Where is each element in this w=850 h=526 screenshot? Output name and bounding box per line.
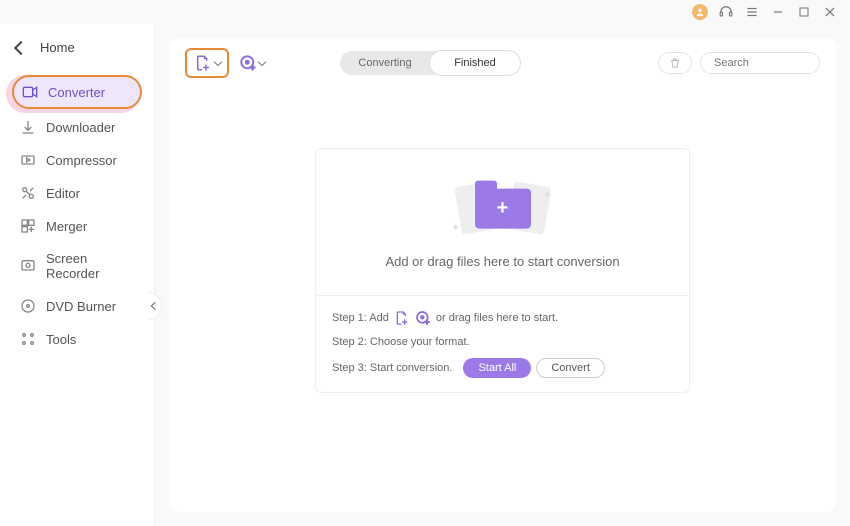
add-disc-button[interactable] [237, 48, 267, 78]
search-box[interactable] [700, 52, 820, 74]
drop-text: Add or drag files here to start conversi… [385, 254, 619, 269]
chevron-down-icon [258, 58, 266, 66]
sidebar-item-downloader[interactable]: Downloader [12, 112, 142, 142]
drop-zone-card: + ✦ ✦ Add or drag files here to start co… [315, 148, 690, 393]
sidebar-item-label: Merger [46, 219, 87, 234]
main-area: Home Converter Downloader Compressor Edi [0, 24, 850, 526]
step-3: Step 3: Start conversion. Start All Conv… [332, 358, 673, 378]
tools-icon [20, 331, 36, 347]
toolbar-right [658, 52, 820, 74]
home-label: Home [40, 40, 75, 55]
disc-icon [20, 298, 36, 314]
support-icon[interactable] [718, 4, 734, 20]
step-1: Step 1: Add or drag files here to start. [332, 310, 673, 326]
delete-button[interactable] [658, 52, 692, 74]
sidebar-item-label: Tools [46, 332, 76, 347]
maximize-icon[interactable] [796, 4, 812, 20]
user-avatar[interactable] [692, 4, 708, 20]
drop-zone[interactable]: + ✦ ✦ Add or drag files here to start co… [316, 149, 689, 295]
close-icon[interactable] [822, 4, 838, 20]
content: Converting Finished [155, 24, 850, 526]
editor-icon [20, 185, 36, 201]
title-bar [0, 0, 850, 24]
folder-illustration: + ✦ ✦ [458, 176, 548, 238]
chevron-left-icon [150, 302, 158, 310]
sidebar-item-compressor[interactable]: Compressor [12, 145, 142, 175]
start-all-button[interactable]: Start All [463, 358, 531, 378]
recorder-icon [20, 258, 36, 274]
convert-button[interactable]: Convert [536, 358, 605, 378]
tab-converting[interactable]: Converting [340, 51, 430, 75]
sidebar-item-tools[interactable]: Tools [12, 324, 142, 354]
sidebar-item-label: Downloader [46, 120, 115, 135]
sidebar-item-label: Editor [46, 186, 80, 201]
download-icon [20, 119, 36, 135]
sidebar-item-merger[interactable]: Merger [12, 211, 142, 241]
steps-panel: Step 1: Add or drag files here to start.… [316, 295, 689, 392]
chevron-left-icon [14, 40, 28, 54]
search-input[interactable] [714, 57, 850, 69]
toolbar: Converting Finished [185, 48, 820, 78]
sidebar: Home Converter Downloader Compressor Edi [0, 24, 155, 526]
menu-icon[interactable] [744, 4, 760, 20]
sidebar-item-label: DVD Burner [46, 299, 116, 314]
sidebar-item-dvd-burner[interactable]: DVD Burner [12, 291, 142, 321]
merger-icon [20, 218, 36, 234]
step-2: Step 2: Choose your format. [332, 336, 673, 348]
home-link[interactable]: Home [12, 34, 142, 61]
sidebar-item-label: Screen Recorder [46, 251, 134, 281]
chevron-down-icon [213, 58, 221, 66]
compressor-icon [20, 152, 36, 168]
content-panel: Converting Finished [169, 38, 836, 512]
add-file-button[interactable] [185, 48, 229, 78]
sidebar-item-screen-recorder[interactable]: Screen Recorder [12, 244, 142, 288]
sidebar-item-label: Compressor [46, 153, 117, 168]
status-tabs: Converting Finished [340, 51, 520, 75]
tab-finished[interactable]: Finished [430, 51, 520, 75]
converter-icon [22, 84, 38, 100]
file-plus-icon [394, 310, 410, 326]
sidebar-item-label: Converter [48, 85, 105, 100]
disc-plus-icon [415, 310, 431, 326]
sidebar-item-editor[interactable]: Editor [12, 178, 142, 208]
minimize-icon[interactable] [770, 4, 786, 20]
sidebar-item-converter[interactable]: Converter [12, 75, 142, 109]
